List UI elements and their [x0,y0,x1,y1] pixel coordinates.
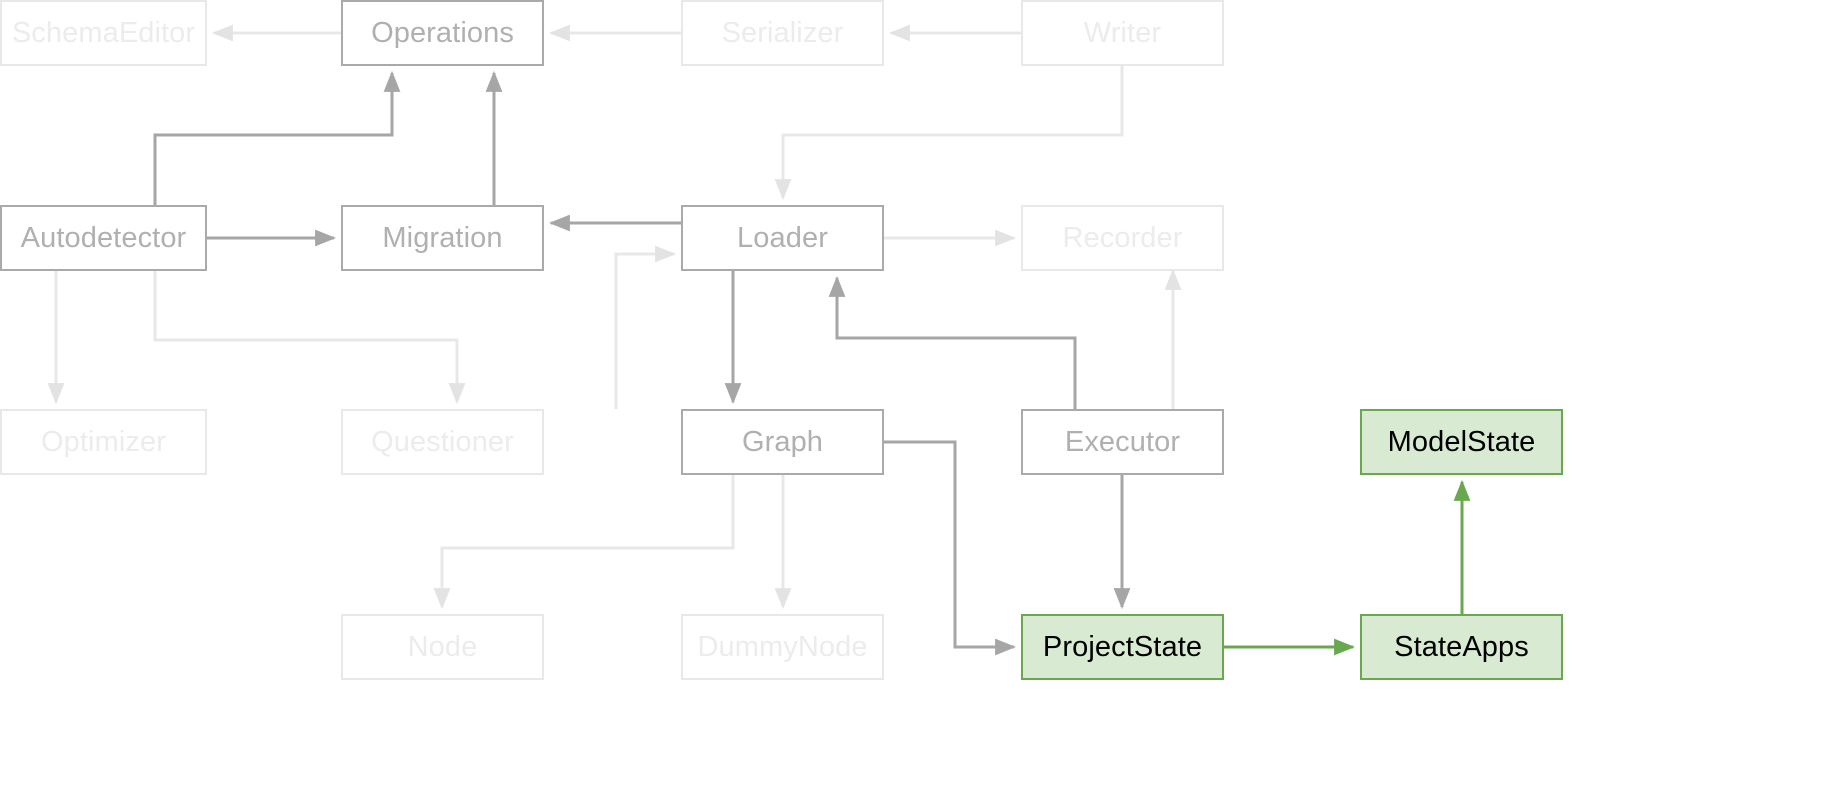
node-schemaeditor[interactable]: SchemaEditor [0,0,207,66]
node-label-schemaeditor: SchemaEditor [11,16,196,49]
node-serializer[interactable]: Serializer [681,0,884,66]
node-label-recorder: Recorder [1062,221,1183,254]
node-label-projectstate: ProjectState [1042,630,1203,663]
node-label-stateapps: StateApps [1394,630,1529,663]
node-label-optimizer: Optimizer [41,425,166,458]
node-autodetector[interactable]: Autodetector [0,205,207,271]
node-graph[interactable]: Graph [681,409,884,475]
node-loader[interactable]: Loader [681,205,884,271]
node-layer: SchemaEditor Operations Serializer Writer Au… [0,0,1844,803]
node-writer[interactable]: Writer [1021,0,1224,66]
node-label-executor: Executor [1064,425,1181,458]
node-operations[interactable]: Operations [341,0,544,66]
class-dependency-diagram: SchemaEditor Operations Serializer Writer Au… [0,0,1844,803]
node-modelstate[interactable]: ModelState [1360,409,1563,475]
node-label-migration: Migration [382,221,503,254]
node-node[interactable]: Node [341,614,544,680]
node-migration[interactable]: Migration [341,205,544,271]
node-label-serializer: Serializer [721,16,844,49]
node-label-dummynode: DummyNode [697,630,868,663]
node-label-loader: Loader [737,221,828,254]
node-optimizer[interactable]: Optimizer [0,409,207,475]
node-stateapps[interactable]: StateApps [1360,614,1563,680]
node-label-writer: Writer [1083,16,1162,49]
node-label-modelstate: ModelState [1387,425,1536,458]
node-projectstate[interactable]: ProjectState [1021,614,1224,680]
node-label-node: Node [407,630,478,663]
node-label-graph: Graph [741,425,824,458]
node-label-questioner: Questioner [371,425,514,458]
node-recorder[interactable]: Recorder [1021,205,1224,271]
node-label-operations: Operations [371,16,514,49]
node-label-autodetector: Autodetector [20,221,187,254]
node-questioner[interactable]: Questioner [341,409,544,475]
node-executor[interactable]: Executor [1021,409,1224,475]
node-dummynode[interactable]: DummyNode [681,614,884,680]
